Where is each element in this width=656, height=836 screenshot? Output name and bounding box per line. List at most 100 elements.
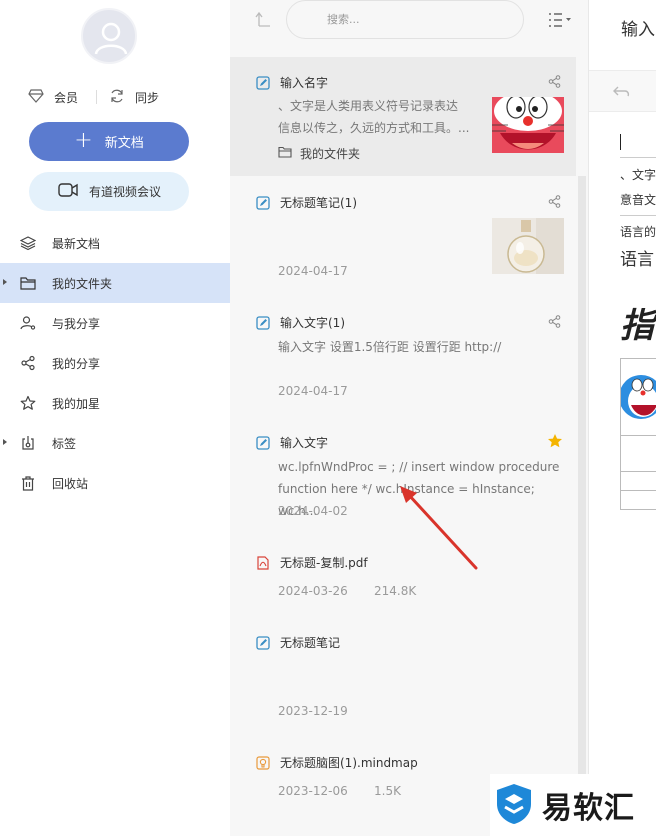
editor-toolbar [589, 70, 656, 112]
note-snippet: 输入文字 设置1.5倍行距 设置行距 http:// [278, 340, 502, 354]
note-item[interactable]: 无标题-复制.pdf 2024-03-26 214.8K [230, 536, 576, 616]
note-item[interactable]: 输入文字 wc.lpfnWndProc = ; // insert window… [230, 416, 576, 536]
member-label: 会员 [54, 90, 79, 105]
note-title-row: 无标题笔记 [256, 634, 340, 651]
sidebar-item-tags[interactable]: 标签 [0, 423, 230, 463]
note-size: 214.8K [374, 584, 417, 598]
note-edit-icon [256, 636, 270, 650]
share-icon[interactable] [548, 75, 561, 91]
divider [620, 157, 656, 158]
note-title-row: 输入名字 [256, 74, 328, 91]
sidebar-item-label: 我的文件夹 [52, 276, 113, 291]
sidebar-item-trash[interactable]: 回收站 [0, 463, 230, 503]
note-title: 无标题脑图(1).mindmap [280, 756, 418, 770]
note-title: 无标题笔记(1) [280, 196, 357, 210]
folder-icon [278, 146, 292, 161]
note-date: 2024-04-02 [278, 504, 348, 518]
sidebar-item-starred[interactable]: 我的加星 [0, 383, 230, 423]
note-edit-icon [256, 76, 270, 90]
sidebar-nav: 最新文档 我的文件夹 与我分享 我的分享 我的加星 标签 回收站 [0, 223, 230, 503]
note-title: 输入文字 [280, 436, 329, 450]
avatar[interactable] [81, 8, 137, 64]
scrollbar[interactable] [578, 176, 586, 836]
mindmap-bulb-icon [256, 756, 270, 770]
star-filled-icon[interactable] [547, 433, 563, 452]
note-edit-icon [256, 316, 270, 330]
video-meeting-button[interactable]: 有道视频会议 [29, 172, 189, 211]
sidebar-item-my-folder[interactable]: 我的文件夹 [0, 263, 230, 303]
sidebar-item-label: 回收站 [52, 476, 89, 491]
editor-heading[interactable]: 指 [620, 298, 654, 347]
tag-icon [20, 435, 36, 451]
editor-line[interactable]: 意音文 [620, 191, 656, 208]
search-input[interactable]: 搜索... [286, 0, 524, 39]
editor-line[interactable]: 语言 [620, 245, 654, 270]
text-cursor [620, 134, 621, 150]
sidebar-item-recent[interactable]: 最新文档 [0, 223, 230, 263]
note-date: 2024-04-17 [278, 384, 348, 398]
pdf-file-icon [256, 556, 269, 570]
note-title: 输入文字(1) [280, 316, 345, 330]
note-title: 无标题笔记 [280, 636, 341, 650]
editor-line[interactable]: 、文字 [620, 166, 656, 183]
note-edit-icon [256, 196, 270, 210]
note-date: 2024-03-26 [278, 584, 348, 598]
note-thumbnail-doraemon [492, 97, 564, 153]
table-image-doraemon [621, 359, 656, 435]
member-sync-row: 会员 同步 [28, 87, 198, 107]
note-date: 2024-04-17 [278, 264, 348, 278]
editor-line[interactable]: 语言的 [620, 223, 656, 240]
folder-icon [20, 275, 36, 291]
sidebar-item-label: 与我分享 [52, 316, 101, 331]
share-icon[interactable] [548, 195, 561, 211]
editor-title[interactable]: 输入 [621, 15, 655, 40]
shared-user-icon [20, 315, 36, 331]
note-title: 输入名字 [280, 76, 329, 90]
table-row-divider [621, 435, 656, 436]
note-list: 搜索... 输入名字 、文字是人类用表义符号记录表达 信息以传之，久远的方式和工… [230, 0, 588, 836]
watermark-logo: 易软汇 [490, 774, 656, 836]
note-date: 2023-12-19 [278, 704, 348, 718]
editor-pane: 输入 、文字 意音文 语言的 语言 指 [588, 0, 656, 836]
expand-caret-icon[interactable] [3, 439, 7, 445]
layers-icon [20, 235, 36, 251]
list-view-icon[interactable] [548, 12, 572, 31]
table-row-divider [621, 490, 656, 491]
share-icon[interactable] [548, 315, 561, 331]
table-row-divider [621, 471, 656, 472]
note-title-row: 输入文字 [256, 434, 328, 451]
sidebar-item-shared-with-me[interactable]: 与我分享 [0, 303, 230, 343]
sidebar: 会员 同步 + 新文档 有道视频会议 最新文档 我的文件夹 与我分享 我的分享 … [0, 0, 230, 836]
member-button[interactable]: 会员 [28, 88, 79, 106]
star-outline-icon [20, 395, 36, 411]
user-avatar-icon [94, 22, 128, 55]
sidebar-item-label: 最新文档 [52, 236, 101, 251]
note-title-row: 无标题-复制.pdf [256, 554, 368, 571]
diamond-icon [28, 88, 44, 106]
watermark-text: 易软汇 [542, 791, 635, 826]
note-folder: 我的文件夹 [278, 145, 360, 162]
note-thumbnail-glass-bottle [492, 218, 564, 274]
note-item[interactable]: 输入名字 、文字是人类用表义符号记录表达 信息以传之，久远的方式和工具。... … [230, 57, 576, 176]
note-snippet: 、文字是人类用表义符号记录表达 [278, 99, 459, 113]
new-doc-button[interactable]: + 新文档 [29, 122, 189, 161]
note-size: 1.5K [374, 784, 401, 798]
expand-caret-icon[interactable] [3, 279, 7, 285]
video-camera-icon [57, 181, 79, 202]
note-edit-icon [256, 436, 270, 450]
sidebar-item-label: 标签 [52, 436, 77, 451]
editor-table[interactable] [620, 358, 656, 510]
note-folder-label: 我的文件夹 [300, 147, 361, 161]
sync-button[interactable]: 同步 [109, 88, 159, 107]
back-up-icon[interactable] [254, 10, 272, 31]
plus-icon: + [74, 127, 93, 153]
undo-icon[interactable] [613, 84, 631, 101]
note-item[interactable]: 无标题笔记(1) 2024-04-17 [230, 176, 576, 296]
sync-icon [109, 88, 125, 107]
note-title-row: 无标题笔记(1) [256, 194, 357, 211]
share-icon [20, 355, 36, 371]
sidebar-item-my-shares[interactable]: 我的分享 [0, 343, 230, 383]
note-item[interactable]: 无标题笔记 2023-12-19 [230, 616, 576, 736]
note-snippet: wc.lpfnWndProc = ; // insert window proc… [278, 460, 560, 474]
note-item[interactable]: 输入文字(1) 输入文字 设置1.5倍行距 设置行距 http:// 2024-… [230, 296, 576, 416]
